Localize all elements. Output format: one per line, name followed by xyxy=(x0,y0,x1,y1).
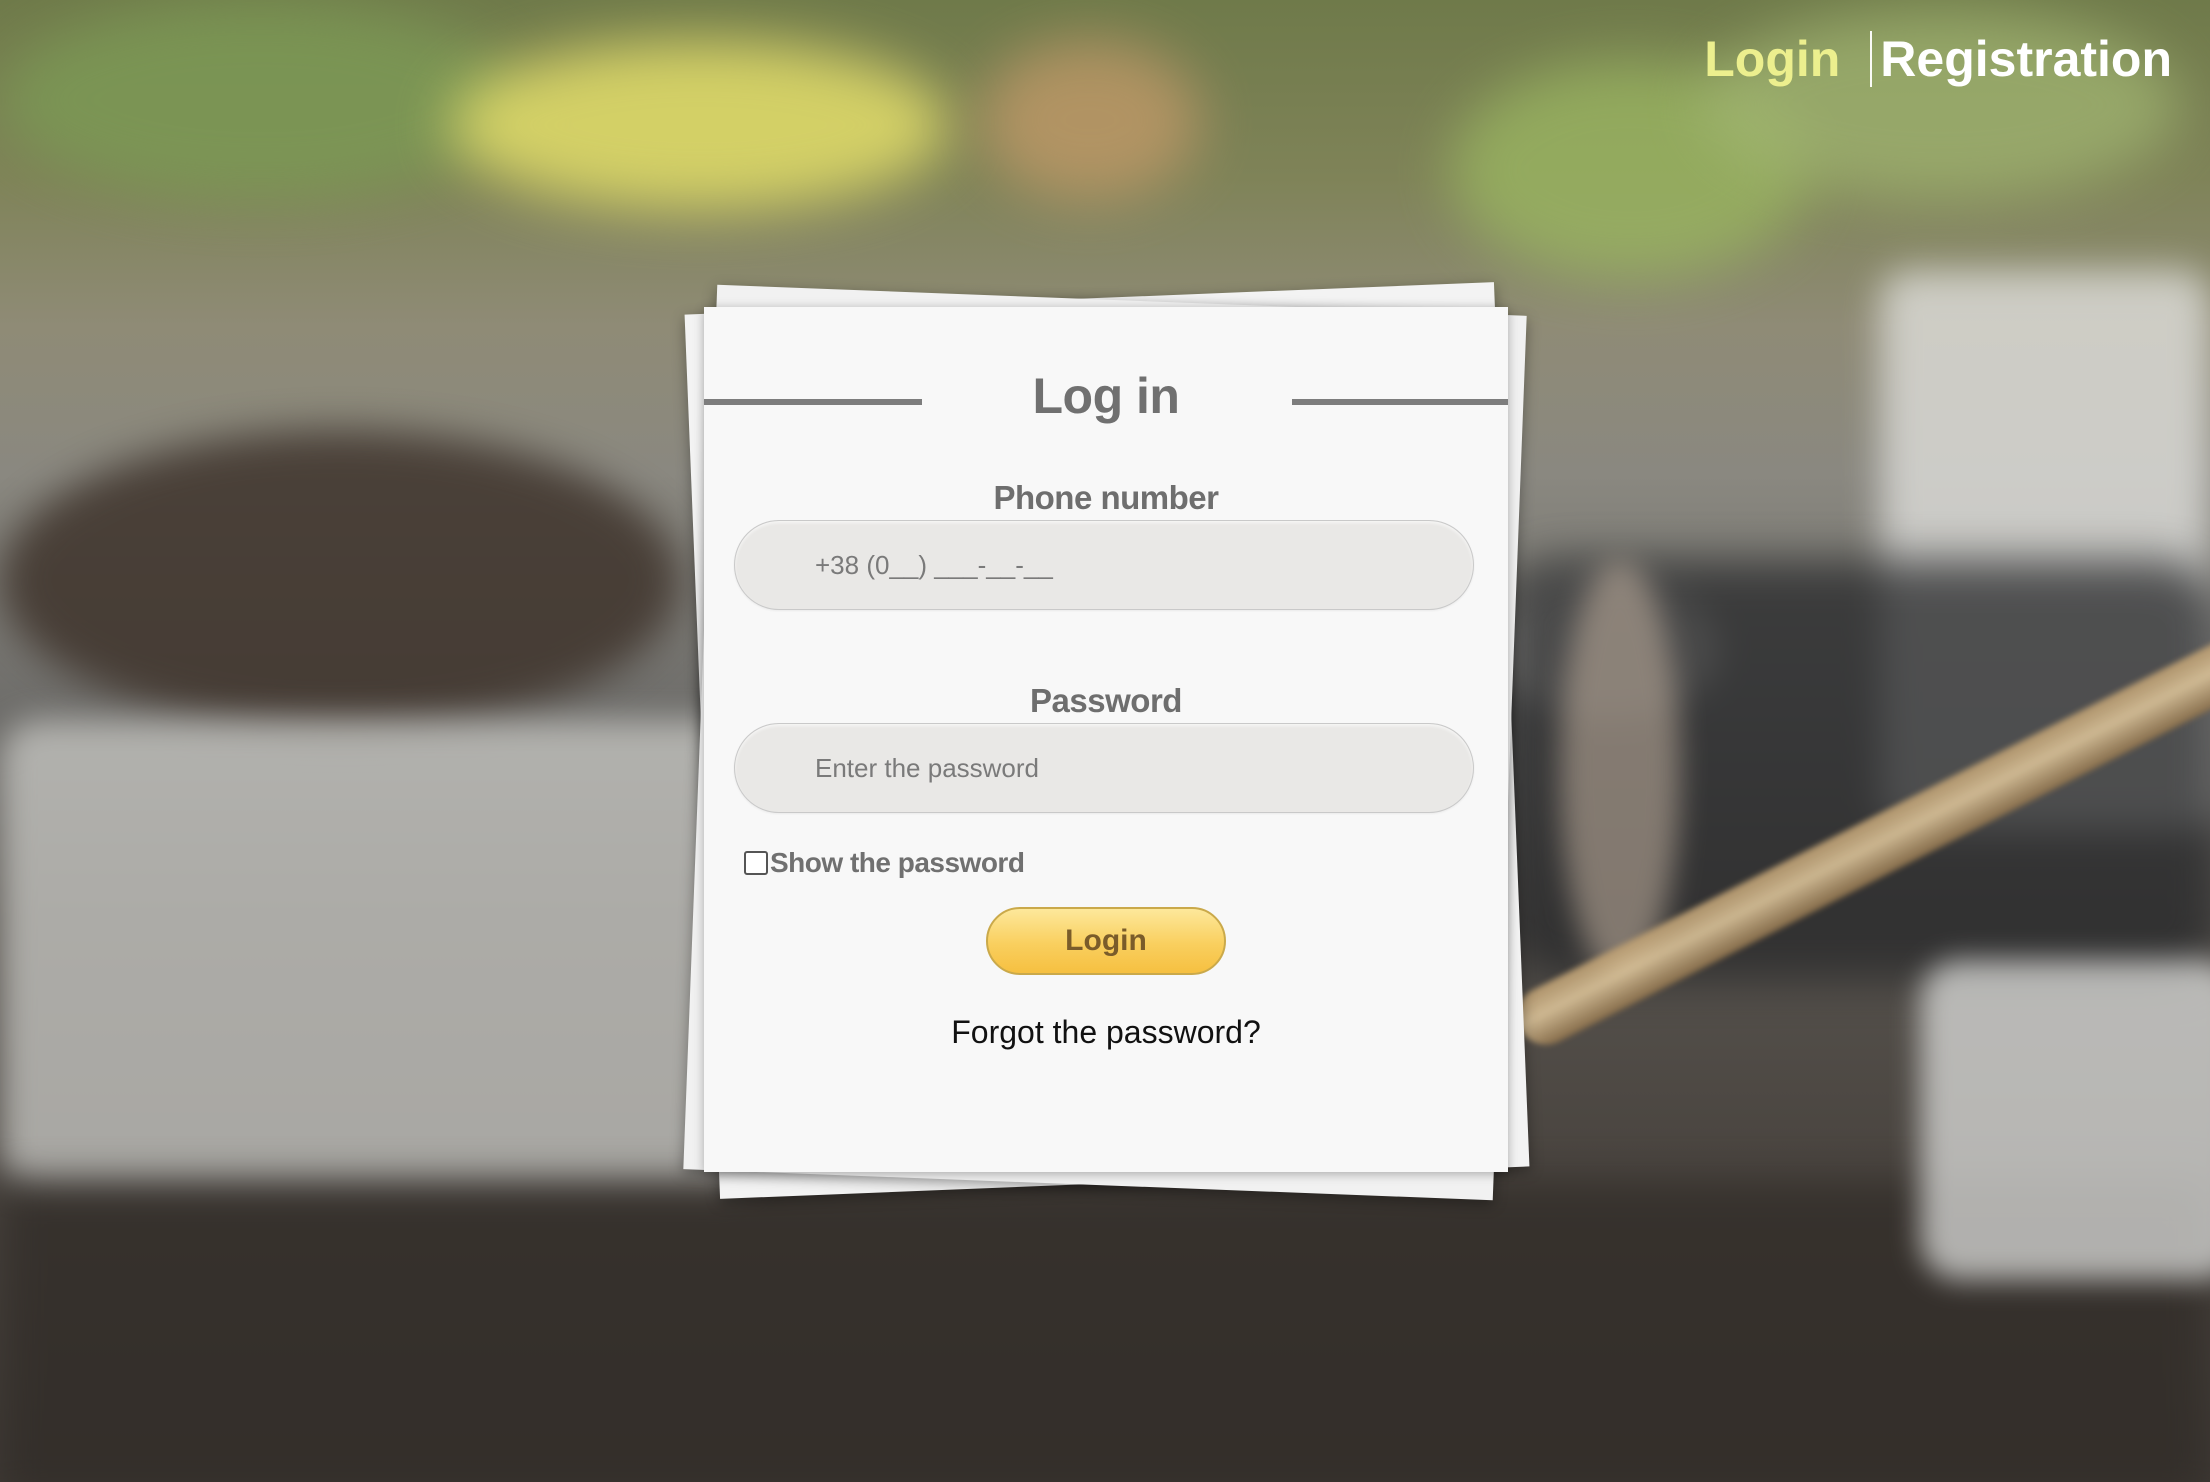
password-label: Password xyxy=(1030,682,1182,719)
forgot-password-link[interactable]: Forgot the password? xyxy=(704,1014,1508,1051)
show-password-checkbox[interactable] xyxy=(744,851,768,875)
phone-input[interactable]: +38 (0__) ___-__-__ xyxy=(734,520,1474,610)
top-nav: Login Registration xyxy=(1704,28,2172,90)
show-password-label[interactable]: Show the password xyxy=(770,847,1025,879)
login-card: Log in Phone number +38 (0__) ___-__-__ … xyxy=(704,307,1508,1172)
nav-separator xyxy=(1870,31,1873,87)
login-button[interactable]: Login xyxy=(986,907,1226,975)
nav-login-link[interactable]: Login xyxy=(1704,30,1840,88)
show-password-row: Show the password xyxy=(744,847,1025,879)
phone-label: Phone number xyxy=(993,479,1219,516)
password-input[interactable]: Enter the password xyxy=(734,723,1474,813)
nav-registration-link[interactable]: Registration xyxy=(1880,30,2172,88)
form-title: Log in xyxy=(1032,368,1180,424)
